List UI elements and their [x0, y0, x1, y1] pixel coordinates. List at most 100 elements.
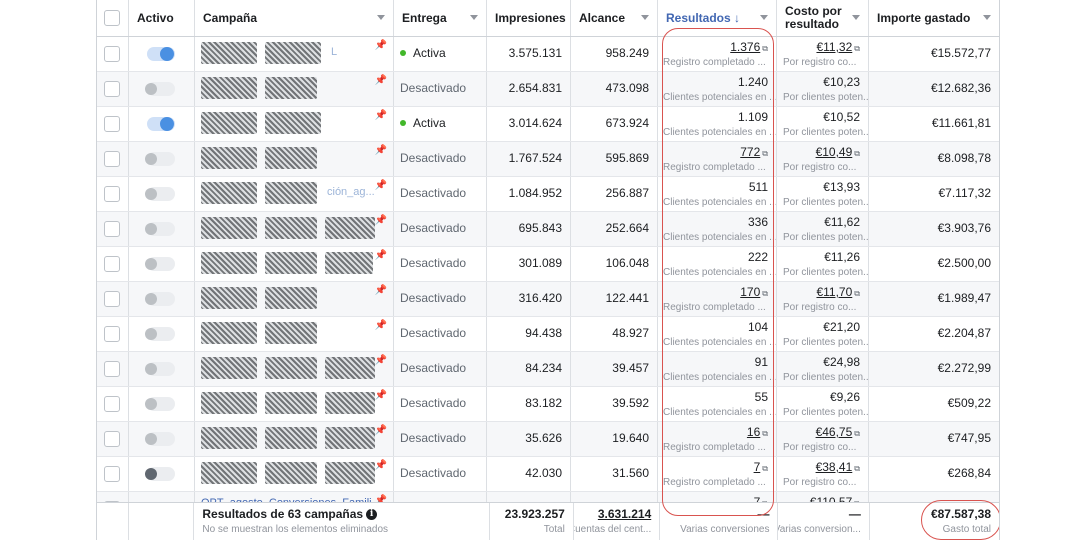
- campaign-toggle[interactable]: [145, 292, 175, 306]
- campaign-name-fragment[interactable]: ción_ag...: [327, 186, 375, 198]
- external-link-icon[interactable]: ⧉: [854, 289, 860, 298]
- external-link-icon[interactable]: ⧉: [854, 44, 860, 53]
- caret-down-icon[interactable]: [852, 15, 860, 20]
- select-all-cell[interactable]: [97, 0, 129, 36]
- results-value[interactable]: 170: [740, 285, 760, 299]
- row-checkbox[interactable]: [104, 151, 120, 167]
- row-checkbox[interactable]: [104, 326, 120, 342]
- row-campaign-cell[interactable]: 📌: [195, 72, 394, 106]
- select-all-checkbox[interactable]: [104, 10, 120, 26]
- row-checkbox[interactable]: [104, 186, 120, 202]
- row-campaign-cell[interactable]: 📌: [195, 107, 394, 141]
- results-value[interactable]: 1.376: [730, 40, 760, 54]
- campaign-toggle[interactable]: [145, 152, 175, 166]
- external-link-icon[interactable]: ⧉: [854, 429, 860, 438]
- col-delivery-header[interactable]: Entrega: [394, 0, 487, 36]
- row-select-cell[interactable]: [97, 317, 129, 351]
- row-checkbox[interactable]: [104, 361, 120, 377]
- cost-value[interactable]: €38,41: [816, 460, 853, 474]
- col-campaign-header[interactable]: Campaña: [195, 0, 394, 36]
- row-select-cell[interactable]: [97, 387, 129, 421]
- caret-down-icon[interactable]: [470, 15, 478, 20]
- col-amount-header[interactable]: Importe gastado: [869, 0, 999, 36]
- row-select-cell[interactable]: [97, 212, 129, 246]
- cost-value[interactable]: €11,32: [816, 40, 852, 54]
- row-select-cell[interactable]: [97, 247, 129, 281]
- row-checkbox[interactable]: [104, 46, 120, 62]
- row-checkbox[interactable]: [104, 116, 120, 132]
- external-link-icon[interactable]: ⧉: [854, 149, 860, 158]
- row-checkbox[interactable]: [104, 466, 120, 482]
- campaign-toggle[interactable]: [145, 82, 175, 96]
- row-checkbox[interactable]: [104, 81, 120, 97]
- campaign-name-fragment[interactable]: L: [331, 46, 337, 58]
- table-row[interactable]: 📌 Desactivado 83.182 39.592 55 Clientes poten…: [97, 387, 999, 422]
- table-row[interactable]: 📌 Desactivado 301.089 106.048 222 Clientes po…: [97, 247, 999, 282]
- external-link-icon[interactable]: ⧉: [762, 289, 768, 298]
- pin-icon[interactable]: 📌: [375, 145, 387, 156]
- pin-icon[interactable]: 📌: [375, 285, 387, 296]
- row-campaign-cell[interactable]: 📌: [195, 142, 394, 176]
- pin-icon[interactable]: 📌: [375, 320, 387, 331]
- campaign-toggle[interactable]: [145, 327, 175, 341]
- row-select-cell[interactable]: [97, 457, 129, 491]
- pin-icon[interactable]: 📌: [375, 40, 387, 51]
- external-link-icon[interactable]: ⧉: [762, 149, 768, 158]
- table-row[interactable]: L 📌 Activa 3.575.131 958.249 1.376 ⧉ Registro c…: [97, 37, 999, 72]
- pin-icon[interactable]: 📌: [375, 75, 387, 86]
- campaign-toggle[interactable]: [145, 187, 175, 201]
- row-campaign-cell[interactable]: 📌: [195, 352, 394, 386]
- external-link-icon[interactable]: ⧉: [762, 44, 768, 53]
- results-value[interactable]: 16: [747, 425, 760, 439]
- caret-down-icon[interactable]: [377, 15, 385, 20]
- col-results-header[interactable]: Resultados ↓: [658, 0, 777, 36]
- row-select-cell[interactable]: [97, 142, 129, 176]
- row-checkbox[interactable]: [104, 291, 120, 307]
- row-select-cell[interactable]: [97, 352, 129, 386]
- col-reach-header[interactable]: Alcance: [571, 0, 658, 36]
- campaign-toggle[interactable]: [145, 222, 175, 236]
- row-select-cell[interactable]: [97, 422, 129, 456]
- row-campaign-cell[interactable]: 📌: [195, 317, 394, 351]
- row-select-cell[interactable]: [97, 177, 129, 211]
- campaign-toggle[interactable]: [145, 257, 175, 271]
- info-icon[interactable]: i: [366, 509, 378, 521]
- row-select-cell[interactable]: [97, 107, 129, 141]
- row-select-cell[interactable]: [97, 72, 129, 106]
- campaign-toggle[interactable]: [145, 397, 175, 411]
- external-link-icon[interactable]: ⧉: [854, 464, 860, 473]
- campaign-toggle[interactable]: [147, 117, 175, 131]
- campaign-toggle[interactable]: [145, 432, 175, 446]
- row-campaign-cell[interactable]: 📌: [195, 457, 394, 491]
- pin-icon[interactable]: 📌: [375, 250, 387, 261]
- row-checkbox[interactable]: [104, 221, 120, 237]
- results-value[interactable]: 7: [754, 460, 761, 474]
- cost-value[interactable]: €11,70: [816, 285, 852, 299]
- col-impressions-header[interactable]: Impresiones: [487, 0, 571, 36]
- external-link-icon[interactable]: ⧉: [762, 464, 768, 473]
- summary-reach[interactable]: 3.631.214: [598, 507, 651, 521]
- row-campaign-cell[interactable]: 📌: [195, 387, 394, 421]
- results-value[interactable]: 772: [740, 145, 760, 159]
- pin-icon[interactable]: 📌: [375, 460, 387, 471]
- row-checkbox[interactable]: [104, 256, 120, 272]
- caret-down-icon[interactable]: [760, 15, 768, 20]
- table-row[interactable]: ción_ag... 📌 Desactivado 1.084.952 256.887 51…: [97, 177, 999, 212]
- table-row[interactable]: 📌 Desactivado 1.767.524 595.869 772 ⧉ Registro…: [97, 142, 999, 177]
- row-campaign-cell[interactable]: 📌: [195, 422, 394, 456]
- pin-icon[interactable]: 📌: [375, 110, 387, 121]
- pin-icon[interactable]: 📌: [375, 180, 387, 191]
- cost-value[interactable]: €10,49: [816, 145, 853, 159]
- table-row[interactable]: 📌 Activa 3.014.624 673.924 1.109 Clientes pot…: [97, 107, 999, 142]
- campaign-toggle[interactable]: [147, 47, 175, 61]
- row-select-cell[interactable]: [97, 37, 129, 71]
- campaign-toggle[interactable]: [145, 467, 175, 481]
- campaign-toggle[interactable]: [145, 362, 175, 376]
- caret-down-icon[interactable]: [641, 15, 649, 20]
- col-active-header[interactable]: Activo: [129, 0, 195, 36]
- table-row[interactable]: 📌 Desactivado 2.654.831 473.098 1.240 Cliente…: [97, 72, 999, 107]
- table-row[interactable]: 📌 Desactivado 94.438 48.927 104 Clientes pote…: [97, 317, 999, 352]
- pin-icon[interactable]: 📌: [375, 355, 387, 366]
- pin-icon[interactable]: 📌: [375, 215, 387, 226]
- table-row[interactable]: 📌 Desactivado 84.234 39.457 91 Clientes poten…: [97, 352, 999, 387]
